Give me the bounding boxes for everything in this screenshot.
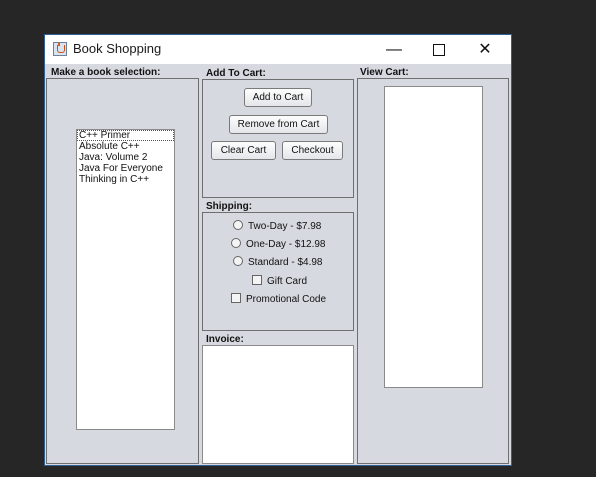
shipping-label: Shipping: bbox=[206, 201, 253, 212]
close-button[interactable]: ✕ bbox=[462, 35, 508, 64]
book-list[interactable]: C++ Primer Absolute C++ Java: Volume 2 J… bbox=[76, 129, 175, 430]
book-selection-panel: C++ Primer Absolute C++ Java: Volume 2 J… bbox=[46, 78, 199, 464]
list-item[interactable]: Java: Volume 2 bbox=[77, 152, 174, 163]
add-to-cart-label: Add To Cart: bbox=[206, 68, 266, 79]
view-cart-panel bbox=[357, 78, 509, 464]
cart-list[interactable] bbox=[384, 86, 483, 388]
list-item[interactable]: Java For Everyone bbox=[77, 163, 174, 174]
checkbox[interactable] bbox=[231, 293, 241, 304]
checkbox[interactable] bbox=[252, 275, 262, 286]
book-selection-label: Make a book selection: bbox=[51, 67, 161, 78]
maximize-button[interactable] bbox=[416, 35, 462, 64]
option-label: Standard - $4.98 bbox=[248, 257, 323, 268]
add-to-cart-panel: Add to Cart Remove from Cart Clear Cart … bbox=[202, 79, 354, 198]
add-to-cart-button[interactable]: Add to Cart bbox=[244, 88, 312, 107]
checkout-button[interactable]: Checkout bbox=[282, 141, 343, 160]
promo-code-checkbox[interactable]: Promotional Code bbox=[231, 293, 326, 307]
view-cart-label: View Cart: bbox=[360, 67, 409, 78]
radio-button[interactable] bbox=[233, 220, 243, 231]
list-item[interactable]: Thinking in C++ bbox=[77, 174, 174, 185]
invoice-text-area[interactable] bbox=[202, 345, 354, 464]
invoice-label: Invoice: bbox=[206, 334, 244, 345]
option-label: Two-Day - $7.98 bbox=[248, 221, 322, 232]
window-title: Book Shopping bbox=[73, 41, 162, 56]
java-cup-icon bbox=[53, 42, 67, 56]
shipping-option-standard[interactable]: Standard - $4.98 bbox=[233, 256, 323, 270]
shipping-option-two-day[interactable]: Two-Day - $7.98 bbox=[233, 220, 321, 234]
radio-button[interactable] bbox=[231, 238, 241, 249]
title-bar[interactable]: Book Shopping — ✕ bbox=[45, 35, 511, 64]
remove-from-cart-button[interactable]: Remove from Cart bbox=[229, 115, 328, 134]
list-item[interactable]: Absolute C++ bbox=[77, 141, 174, 152]
option-label: One-Day - $12.98 bbox=[246, 239, 326, 250]
option-label: Gift Card bbox=[267, 276, 308, 287]
radio-button[interactable] bbox=[233, 256, 243, 267]
gift-card-checkbox[interactable]: Gift Card bbox=[252, 275, 307, 289]
minimize-button[interactable]: — bbox=[371, 35, 417, 64]
shipping-option-one-day[interactable]: One-Day - $12.98 bbox=[231, 238, 326, 252]
option-label: Promotional Code bbox=[246, 294, 327, 305]
list-item[interactable]: C++ Primer bbox=[77, 130, 174, 141]
book-shopping-window: Book Shopping — ✕ Make a book selection:… bbox=[44, 34, 512, 466]
clear-cart-button[interactable]: Clear Cart bbox=[211, 141, 276, 160]
shipping-panel: Two-Day - $7.98 One-Day - $12.98 Standar… bbox=[202, 212, 354, 331]
maximize-icon bbox=[433, 43, 445, 56]
